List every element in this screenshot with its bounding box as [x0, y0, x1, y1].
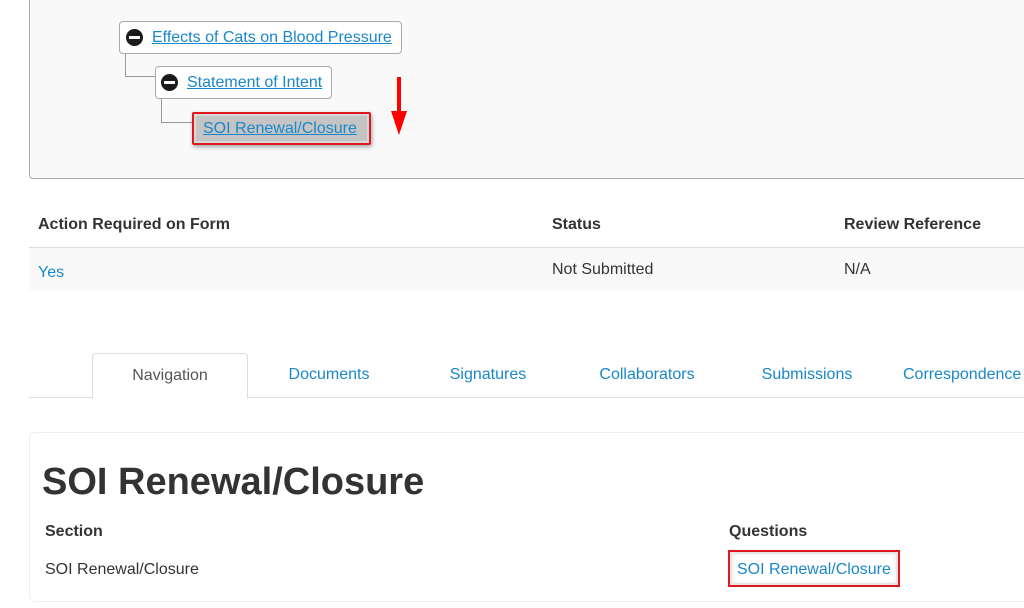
tree-link-statement-of-intent[interactable]: Statement of Intent — [187, 74, 322, 92]
questions-link[interactable]: SOI Renewal/Closure — [728, 550, 900, 587]
tab-correspondence[interactable]: Correspondence — [891, 353, 1024, 398]
form-status-table: Action Required on Form Status Review Re… — [29, 204, 1024, 291]
tab-submissions[interactable]: Submissions — [732, 353, 882, 398]
tab-collaborators[interactable]: Collaborators — [572, 353, 722, 398]
column-header-questions: Questions — [729, 523, 808, 540]
header-status: Status — [552, 216, 601, 233]
tab-bar: Navigation Documents Signatures Collabor… — [29, 353, 1024, 399]
tab-documents[interactable]: Documents — [254, 353, 404, 398]
tree-node-project: Effects of Cats on Blood Pressure — [119, 21, 402, 54]
minus-circle-icon[interactable] — [126, 29, 143, 46]
tab-navigation[interactable]: Navigation — [92, 353, 248, 399]
annotation-arrow-down-icon — [391, 77, 407, 135]
section-content-panel: SOI Renewal/Closure Section Questions SO… — [29, 432, 1024, 602]
header-review-reference: Review Reference — [844, 216, 981, 233]
tree-node-soi-renewal-closure: SOI Renewal/Closure — [192, 112, 371, 145]
tree-node-statement-of-intent: Statement of Intent — [155, 66, 333, 99]
column-header-section: Section — [45, 523, 103, 540]
action-required-link[interactable]: Yes — [38, 264, 64, 282]
tree-link-project[interactable]: Effects of Cats on Blood Pressure — [152, 29, 392, 47]
tree-link-soi-renewal-closure[interactable]: SOI Renewal/Closure — [203, 120, 357, 138]
project-tree-panel: Effects of Cats on Blood Pressure Statem… — [29, 0, 1024, 179]
section-name: SOI Renewal/Closure — [45, 561, 199, 578]
table-header-row: Action Required on Form Status Review Re… — [29, 204, 1024, 248]
minus-circle-icon[interactable] — [161, 74, 178, 91]
header-action-required: Action Required on Form — [38, 216, 230, 233]
table-row: Yes Not Submitted N/A — [29, 248, 1024, 291]
page-title: SOI Renewal/Closure — [42, 461, 425, 503]
status-value: Not Submitted — [552, 261, 654, 278]
tab-signatures[interactable]: Signatures — [414, 353, 562, 398]
review-reference-value: N/A — [844, 261, 871, 278]
